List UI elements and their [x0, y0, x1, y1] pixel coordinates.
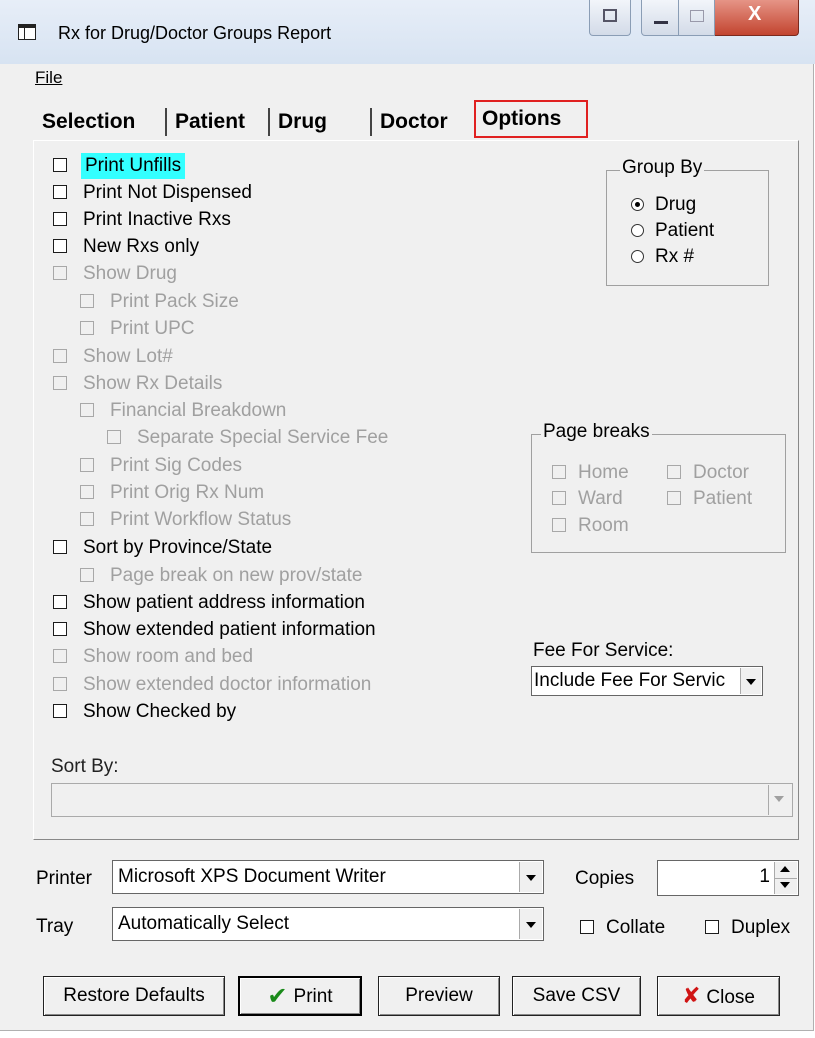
menu-bar: File	[0, 64, 813, 90]
sort-by-select[interactable]	[51, 783, 793, 817]
snap-button[interactable]	[589, 0, 631, 36]
window-title: Rx for Drug/Doctor Groups Report	[58, 23, 332, 43]
close-icon: X	[748, 3, 762, 25]
minimize-icon	[654, 21, 668, 24]
tab-divider	[370, 108, 372, 136]
tab-selection[interactable]: Selection	[42, 104, 135, 140]
tray-label: Tray	[36, 916, 74, 937]
report-window: Rx for Drug/Doctor Groups Report X File …	[0, 0, 815, 1031]
copies-stepper[interactable]: 1	[657, 860, 799, 896]
printer-label: Printer	[36, 868, 92, 889]
restore-defaults-button[interactable]: Restore Defaults	[43, 976, 225, 1016]
maximize-icon	[690, 10, 704, 22]
chevron-down-icon[interactable]	[519, 862, 542, 892]
app-icon	[18, 24, 36, 40]
tab-drug[interactable]: Drug	[278, 104, 327, 140]
tab-patient[interactable]: Patient	[175, 104, 245, 140]
spin-down-icon[interactable]	[780, 882, 790, 888]
window-snap-icon	[603, 9, 617, 22]
maximize-button[interactable]	[679, 0, 715, 36]
fee-for-service-label: Fee For Service:	[533, 640, 674, 661]
tab-doctor[interactable]: Doctor	[380, 104, 448, 140]
tab-divider	[268, 108, 270, 136]
close-window-button[interactable]: X	[715, 0, 799, 36]
fee-for-service-select[interactable]: Include Fee For Servic	[531, 666, 763, 696]
chevron-down-icon[interactable]	[519, 909, 542, 939]
tab-divider	[165, 108, 167, 136]
save-csv-button[interactable]: Save CSV	[512, 976, 641, 1016]
spin-buttons[interactable]	[774, 862, 797, 894]
page-breaks-legend: Page breaks	[541, 421, 652, 443]
preview-button[interactable]: Preview	[378, 976, 500, 1016]
page-breaks-box: Page breaks Home Doctor Ward Patient Roo…	[531, 421, 786, 553]
chevron-down-icon[interactable]	[768, 785, 791, 815]
tab-options[interactable]: Options	[474, 100, 588, 138]
printer-select[interactable]: Microsoft XPS Document Writer	[112, 860, 544, 894]
group-by-box: Group By Drug Patient Rx #	[606, 157, 769, 286]
check-icon: ✔	[267, 983, 288, 1010]
spin-up-icon[interactable]	[780, 866, 790, 872]
sort-by-label: Sort By:	[51, 756, 119, 777]
title-bar: Rx for Drug/Doctor Groups Report X	[0, 0, 815, 64]
tray-select[interactable]: Automatically Select	[112, 907, 544, 941]
menu-file[interactable]: File	[35, 68, 62, 88]
close-button[interactable]: ✘ Close	[657, 976, 780, 1016]
minimize-button[interactable]	[641, 0, 679, 36]
copies-label: Copies	[575, 868, 635, 889]
chevron-down-icon[interactable]	[740, 668, 761, 694]
group-by-legend: Group By	[620, 157, 705, 179]
close-x-icon: ✘	[681, 983, 701, 1008]
print-button[interactable]: ✔ Print	[238, 976, 362, 1016]
